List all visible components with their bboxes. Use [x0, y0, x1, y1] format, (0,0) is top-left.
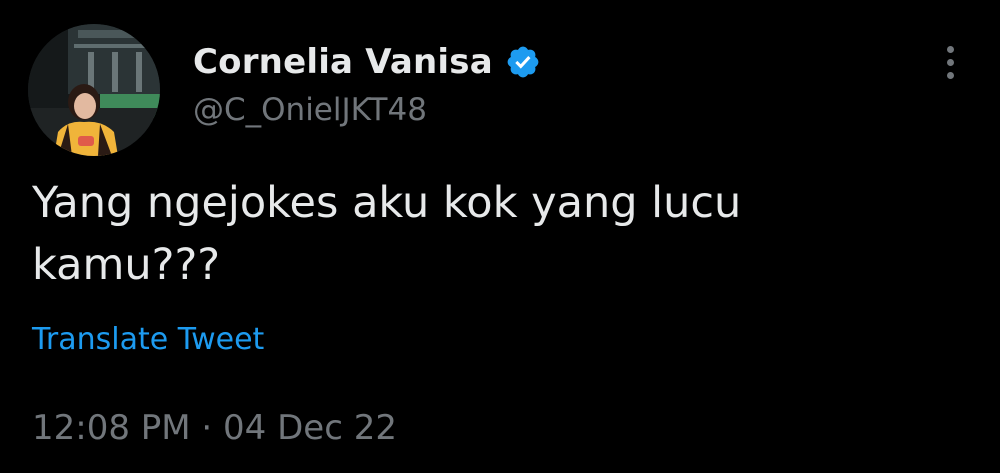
avatar-photo-icon — [28, 24, 160, 156]
more-vertical-icon-dot — [946, 71, 954, 79]
more-vertical-icon-dot — [946, 58, 954, 66]
name-row: Cornelia Vanisa — [193, 36, 541, 88]
verified-badge-icon[interactable] — [505, 44, 541, 80]
author-display-name[interactable]: Cornelia Vanisa — [193, 42, 493, 82]
tweet-card: Cornelia Vanisa @C_OnielJKT48 Yang ngejo… — [0, 0, 1000, 473]
translate-tweet-link[interactable]: Translate Tweet — [32, 322, 264, 357]
more-vertical-icon — [946, 45, 954, 53]
tweet-text: Yang ngejokes aku kok yang lucu kamu??? — [32, 178, 742, 290]
avatar[interactable] — [28, 24, 160, 156]
tweet-timestamp[interactable]: 12:08 PM · 04 Dec 22 — [32, 408, 397, 448]
author-handle[interactable]: @C_OnielJKT48 — [193, 92, 541, 128]
more-options-button[interactable] — [928, 40, 972, 84]
author-info: Cornelia Vanisa @C_OnielJKT48 — [193, 36, 541, 128]
